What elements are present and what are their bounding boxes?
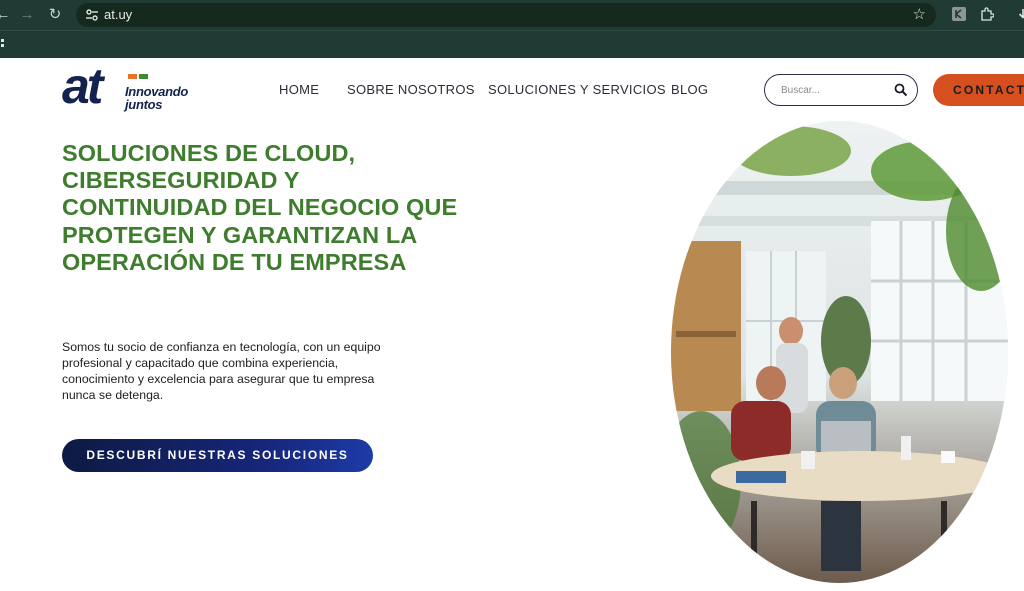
- apps-grid-icon[interactable]: [0, 39, 5, 51]
- address-bar[interactable]: at.uy ☆: [76, 3, 936, 27]
- extension-icon[interactable]: [952, 7, 966, 21]
- hero-title: SOLUCIONES DE CLOUD, CIBERSEGURIDAD Y CO…: [62, 140, 458, 275]
- logo-tagline-line2: juntos: [125, 97, 163, 112]
- hero-description: Somos tu socio de confianza en tecnologí…: [62, 340, 381, 402]
- logo-bar-green: [139, 74, 148, 79]
- nav-item-sobre-nosotros[interactable]: SOBRE NOSOTROS: [347, 82, 475, 97]
- back-icon[interactable]: ←: [0, 4, 14, 26]
- discover-solutions-button[interactable]: DESCUBRÍ NUESTRAS SOLUCIONES: [62, 439, 373, 472]
- forward-icon[interactable]: →: [16, 4, 38, 26]
- puzzle-icon[interactable]: [980, 7, 994, 21]
- logo-tagline: Innovando juntos: [125, 85, 188, 111]
- logo-mark: at: [62, 58, 104, 114]
- tune-icon[interactable]: [84, 7, 100, 23]
- search-input[interactable]: [781, 82, 881, 98]
- contact-button[interactable]: CONTACTO: [933, 74, 1024, 106]
- logo-bar-orange: [128, 74, 137, 79]
- nav-item-home[interactable]: HOME: [279, 82, 319, 97]
- hero-photo: [671, 121, 1008, 583]
- search-icon[interactable]: [894, 83, 908, 97]
- download-icon[interactable]: [1016, 7, 1024, 21]
- browser-toolbar: ← → ↻ at.uy ☆: [0, 0, 1024, 30]
- office-team-illustration: [671, 121, 1008, 583]
- site-logo[interactable]: at Innovando juntos: [62, 58, 202, 116]
- search-box: [764, 74, 918, 106]
- browser-chrome: ← → ↻ at.uy ☆: [0, 0, 1024, 58]
- star-icon[interactable]: ☆: [913, 5, 926, 23]
- nav-item-blog[interactable]: BLOG: [671, 82, 708, 97]
- url-text[interactable]: at.uy: [104, 7, 132, 22]
- reload-icon[interactable]: ↻: [44, 4, 66, 26]
- bookmarks-bar: [0, 30, 1024, 59]
- nav-item-soluciones-servicios[interactable]: SOLUCIONES Y SERVICIOS: [488, 82, 666, 97]
